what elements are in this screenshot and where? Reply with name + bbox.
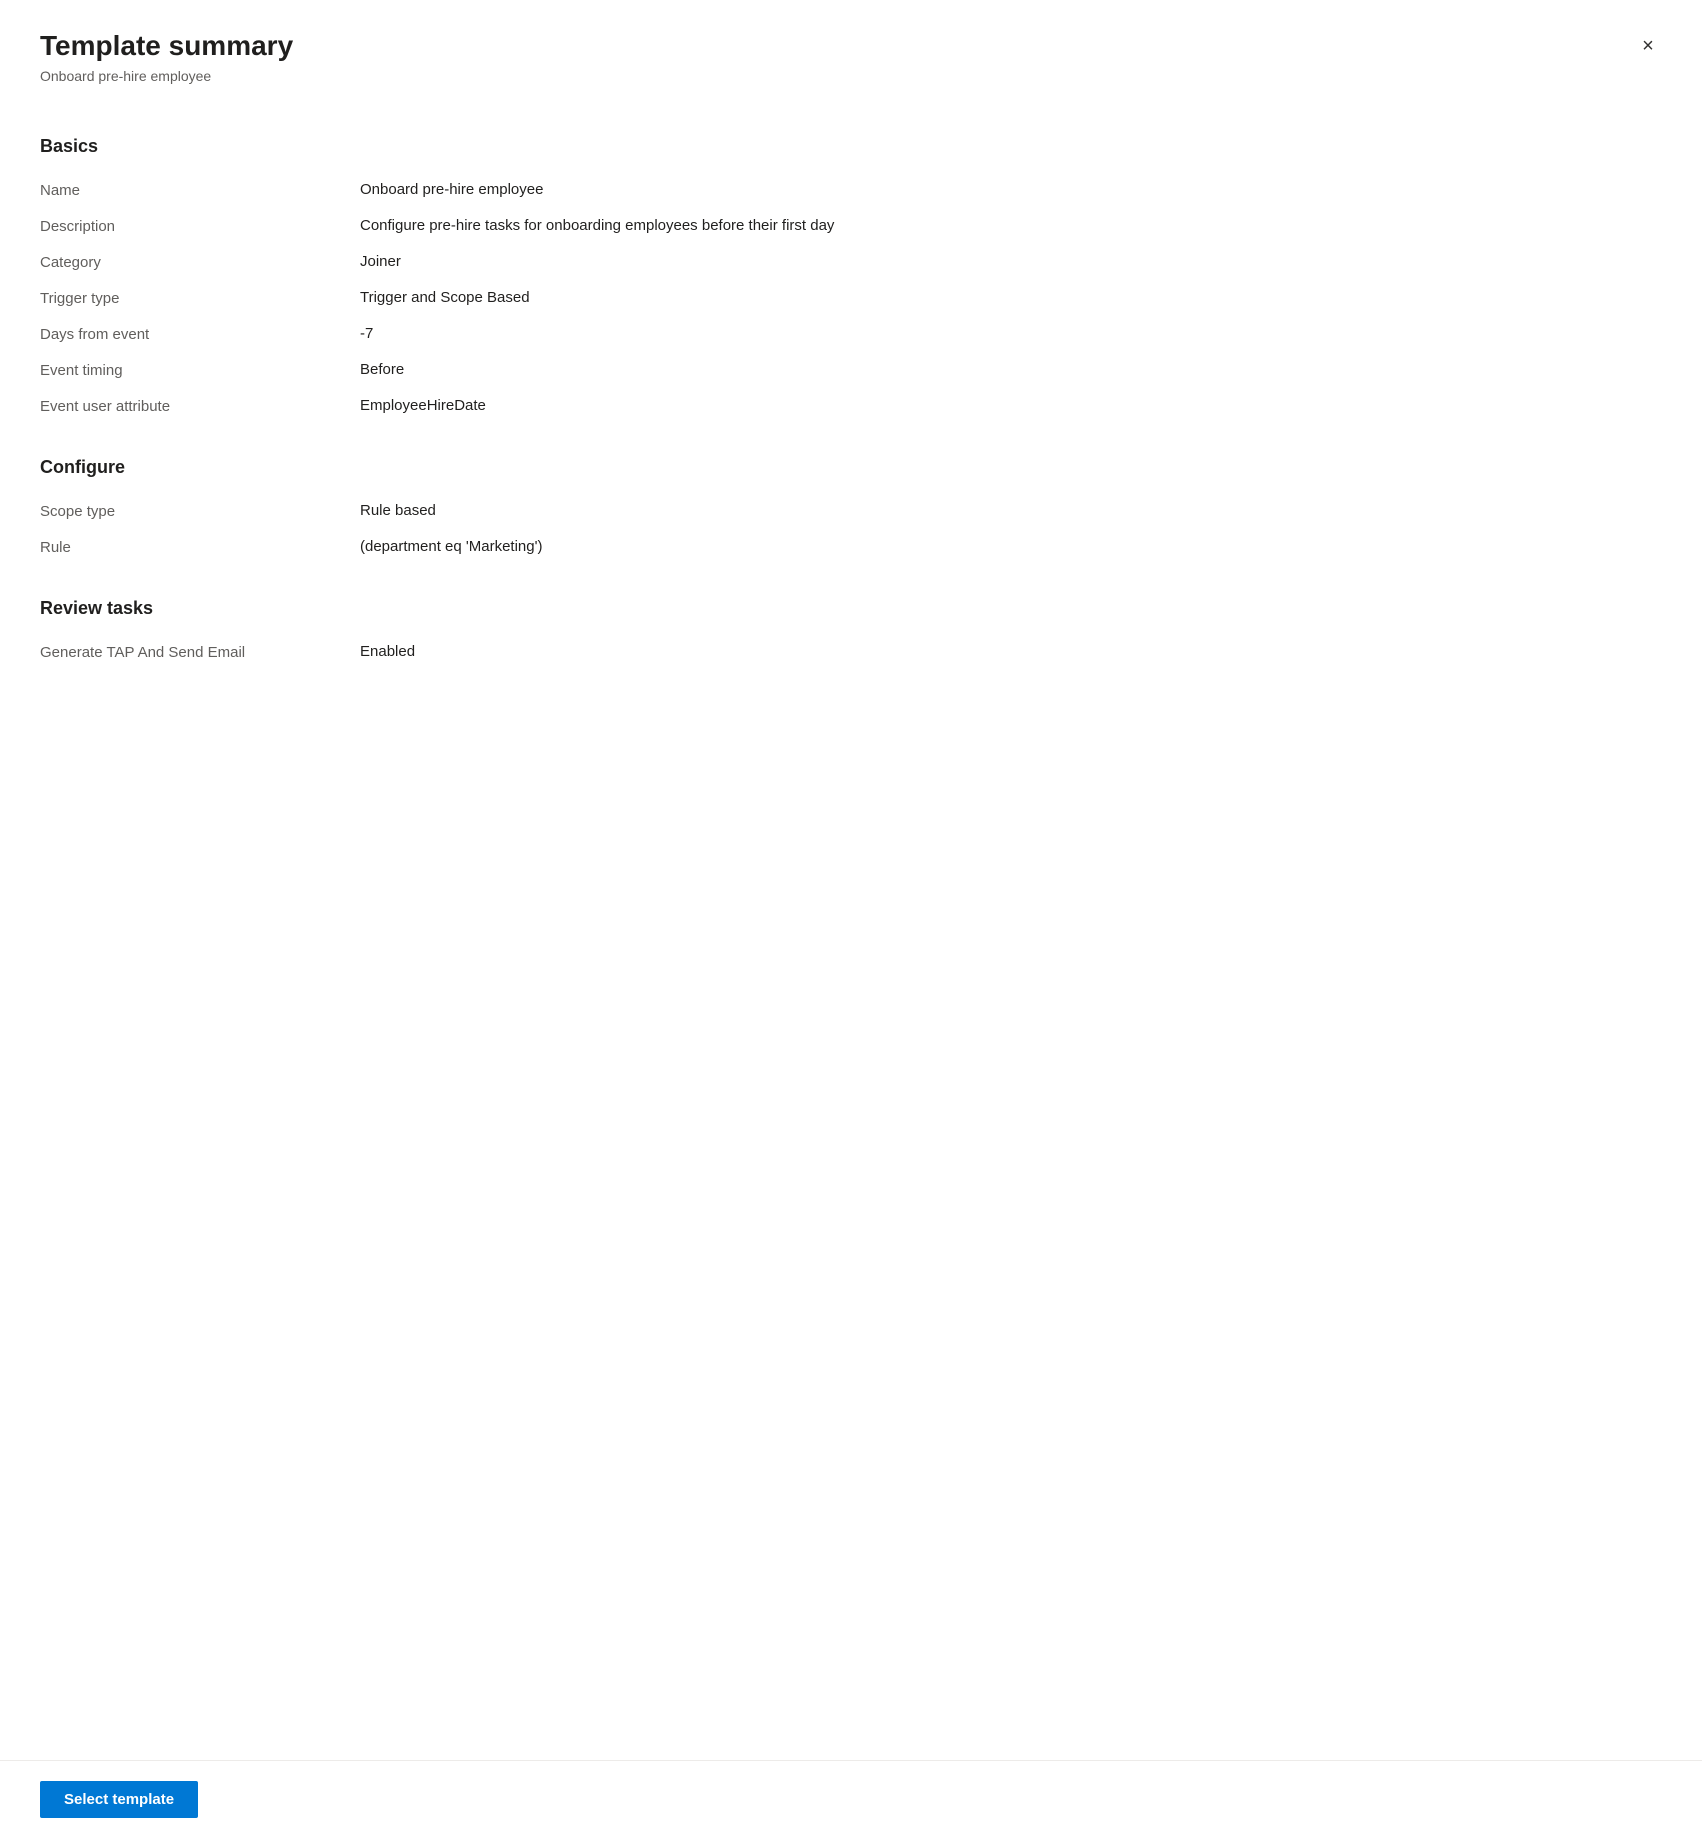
field-row-event-user-attribute: Event user attribute EmployeeHireDate xyxy=(40,389,1662,425)
field-value-event-timing: Before xyxy=(360,361,1662,378)
review-tasks-section: Review tasks Generate TAP And Send Email… xyxy=(40,598,1662,671)
field-label-rule: Rule xyxy=(40,538,360,556)
field-value-days-from-event: -7 xyxy=(360,325,1662,342)
field-row-category: Category Joiner xyxy=(40,245,1662,281)
field-row-trigger-type: Trigger type Trigger and Scope Based xyxy=(40,281,1662,317)
panel-subtitle: Onboard pre-hire employee xyxy=(40,68,1662,84)
field-label-days-from-event: Days from event xyxy=(40,325,360,343)
basics-section: Basics Name Onboard pre-hire employee De… xyxy=(40,136,1662,425)
field-label-category: Category xyxy=(40,253,360,271)
field-row-name: Name Onboard pre-hire employee xyxy=(40,173,1662,209)
field-value-generate-tap: Enabled xyxy=(360,643,1662,660)
field-row-scope-type: Scope type Rule based xyxy=(40,494,1662,530)
panel-content: Basics Name Onboard pre-hire employee De… xyxy=(0,104,1702,1760)
field-label-event-timing: Event timing xyxy=(40,361,360,379)
basics-section-title: Basics xyxy=(40,136,1662,157)
select-template-button[interactable]: Select template xyxy=(40,1781,198,1818)
field-row-generate-tap: Generate TAP And Send Email Enabled xyxy=(40,635,1662,671)
field-value-scope-type: Rule based xyxy=(360,502,1662,519)
field-value-description: Configure pre-hire tasks for onboarding … xyxy=(360,217,1662,234)
configure-section: Configure Scope type Rule based Rule (de… xyxy=(40,457,1662,566)
field-value-name: Onboard pre-hire employee xyxy=(360,181,1662,198)
template-summary-panel: Template summary Onboard pre-hire employ… xyxy=(0,0,1702,1838)
field-value-event-user-attribute: EmployeeHireDate xyxy=(360,397,1662,414)
panel-title: Template summary xyxy=(40,28,1662,64)
field-value-category: Joiner xyxy=(360,253,1662,270)
close-icon: × xyxy=(1642,35,1654,58)
field-label-description: Description xyxy=(40,217,360,235)
review-tasks-section-title: Review tasks xyxy=(40,598,1662,619)
field-row-description: Description Configure pre-hire tasks for… xyxy=(40,209,1662,245)
field-label-trigger-type: Trigger type xyxy=(40,289,360,307)
configure-section-title: Configure xyxy=(40,457,1662,478)
panel-footer: Select template xyxy=(0,1760,1702,1838)
field-row-event-timing: Event timing Before xyxy=(40,353,1662,389)
field-value-trigger-type: Trigger and Scope Based xyxy=(360,289,1662,306)
close-button[interactable]: × xyxy=(1630,28,1666,64)
field-label-scope-type: Scope type xyxy=(40,502,360,520)
field-label-generate-tap: Generate TAP And Send Email xyxy=(40,643,360,661)
field-label-event-user-attribute: Event user attribute xyxy=(40,397,360,415)
field-value-rule: (department eq 'Marketing') xyxy=(360,538,1662,555)
field-row-days-from-event: Days from event -7 xyxy=(40,317,1662,353)
field-row-rule: Rule (department eq 'Marketing') xyxy=(40,530,1662,566)
field-label-name: Name xyxy=(40,181,360,199)
panel-header: Template summary Onboard pre-hire employ… xyxy=(0,0,1702,104)
